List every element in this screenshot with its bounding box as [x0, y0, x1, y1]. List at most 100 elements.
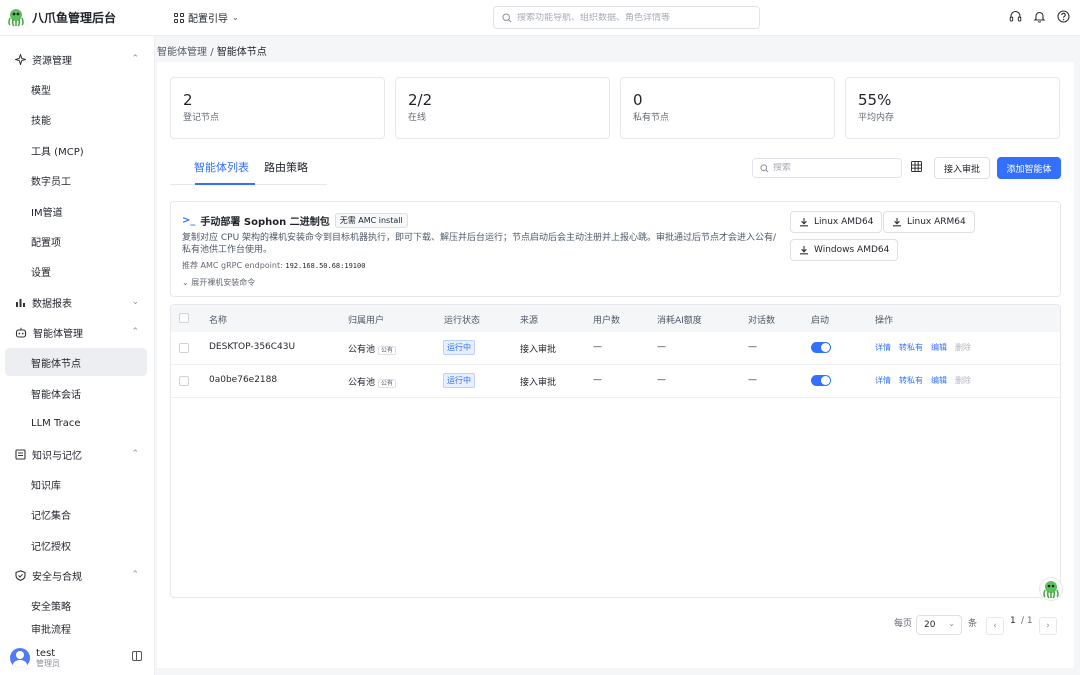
column-header-name: 名称	[209, 316, 228, 326]
table-columns-icon[interactable]	[911, 161, 922, 172]
sidebar-item-im-pipeline[interactable]: IM管道	[5, 197, 147, 225]
sidebar-item-approval-flow[interactable]: 审批流程	[5, 621, 147, 636]
user-role: 管理员	[36, 658, 60, 668]
book-icon	[15, 448, 26, 460]
nav-group-label: 数据报表	[32, 298, 72, 310]
page-size-value: 20	[924, 620, 936, 630]
row-checkbox[interactable]	[179, 376, 189, 386]
chevron-up-icon: ⌃	[131, 327, 139, 337]
tab-routing-policy[interactable]: 路由策略	[264, 159, 308, 175]
sidebar-item-skills[interactable]: 技能	[5, 105, 147, 133]
sidebar-item-tools-mcp[interactable]: 工具 (MCP)	[5, 136, 147, 164]
nav-group-resources[interactable]: 资源管理 ⌃	[0, 47, 154, 71]
owner-label: 公有池	[348, 378, 376, 388]
page-size-select[interactable]: 20 ⌄	[916, 615, 962, 635]
edit-link[interactable]: 编辑	[931, 342, 947, 353]
column-header-enabled: 启动	[811, 316, 830, 326]
sidebar-item-models[interactable]: 模型	[5, 75, 147, 103]
download-linux-arm64-button[interactable]: Linux ARM64	[883, 211, 975, 233]
download-linux-amd64-button[interactable]: Linux AMD64	[790, 211, 883, 233]
owner-tag: 公有	[378, 346, 397, 355]
sidebar-item-llm-trace[interactable]: LLM Trace	[5, 409, 147, 437]
select-all-checkbox[interactable]	[179, 313, 189, 323]
edit-link[interactable]: 编辑	[931, 375, 947, 386]
assistant-mascot-icon[interactable]	[1039, 577, 1063, 601]
sidebar-item-agent-nodes[interactable]: 智能体节点	[5, 348, 147, 376]
cell-source: 接入审批	[520, 345, 557, 355]
endpoint-label: 推荐 AMC gRPC endpoint:	[182, 261, 283, 270]
expand-install-command[interactable]: ⌄ 展开裸机安装命令	[182, 277, 255, 288]
sidebar-item-security-policy[interactable]: 安全策略	[5, 591, 147, 619]
cell-chats: —	[748, 342, 757, 352]
sidebar-item-agent-sessions[interactable]: 智能体会话	[5, 379, 147, 407]
nav-group-label: 智能体管理	[33, 328, 83, 340]
sidebar-item-config[interactable]: 配置项	[5, 227, 147, 255]
terminal-prompt-icon: >_	[182, 215, 196, 226]
approve-access-button[interactable]: 接入审批	[934, 157, 990, 179]
column-header-actions: 操作	[875, 316, 894, 326]
stat-value: 2/2	[408, 91, 433, 109]
config-guide-button[interactable]: 配置引导 ⌄	[174, 10, 239, 25]
stat-label: 平均内存	[858, 113, 895, 123]
delete-link[interactable]: 删除	[955, 375, 971, 386]
owner-label: 公有池	[348, 345, 376, 355]
tab-bar: 智能体列表 路由策略	[170, 153, 327, 185]
owner-tag: 公有	[378, 379, 397, 388]
sidebar-item-knowledge-base[interactable]: 知识库	[5, 470, 147, 498]
sparkle-icon	[15, 53, 26, 65]
headset-icon[interactable]	[1009, 10, 1022, 23]
nav-group-agents[interactable]: 智能体管理 ⌃	[0, 320, 154, 344]
agent-search-input[interactable]	[773, 163, 893, 173]
tab-agent-list[interactable]: 智能体列表	[194, 159, 249, 175]
add-agent-button[interactable]: 添加智能体	[997, 157, 1061, 179]
to-private-link[interactable]: 转私有	[899, 342, 923, 353]
download-icon	[893, 218, 901, 227]
nav-group-label: 资源管理	[32, 55, 72, 67]
download-windows-amd64-button[interactable]: Windows AMD64	[790, 239, 899, 261]
prev-page-button[interactable]: ‹	[986, 617, 1004, 635]
enable-toggle[interactable]	[811, 342, 831, 353]
grid-icon	[174, 12, 184, 23]
nav-group-reports[interactable]: 数据报表 ⌄	[0, 290, 154, 314]
cell-name: DESKTOP-356C43U	[209, 342, 296, 352]
search-icon	[502, 12, 512, 22]
detail-link[interactable]: 详情	[875, 375, 891, 386]
bell-icon[interactable]	[1033, 10, 1046, 23]
total-pages: / 1	[1021, 616, 1033, 626]
chevron-down-icon: ⌄	[182, 278, 189, 287]
tab-indicator	[195, 183, 255, 185]
nav-group-knowledge[interactable]: 知识与记忆 ⌃	[0, 442, 154, 466]
main-panel: 2 登记节点 2/2 在线 0 私有节点 55% 平均内存 智能体列表 路由策略…	[157, 62, 1074, 668]
column-header-owner: 归属用户	[348, 316, 385, 326]
to-private-link[interactable]: 转私有	[899, 375, 923, 386]
breadcrumb-parent[interactable]: 智能体管理	[157, 47, 207, 58]
help-icon[interactable]	[1057, 10, 1070, 23]
global-search-input[interactable]	[517, 12, 747, 23]
global-search[interactable]	[493, 6, 760, 29]
nav-group-security[interactable]: 安全与合规 ⌃	[0, 563, 154, 587]
delete-link[interactable]: 删除	[955, 342, 971, 353]
app-logo[interactable]: 八爪鱼管理后台	[6, 7, 116, 27]
sidebar-item-memory-auth[interactable]: 记忆授权	[5, 531, 147, 559]
row-checkbox[interactable]	[179, 343, 189, 353]
sidebar: 资源管理 ⌃ 模型 技能 工具 (MCP) 数字员工 IM管道 配置项 设置 数…	[0, 36, 155, 675]
sidebar-item-settings[interactable]: 设置	[5, 257, 147, 285]
config-guide-label: 配置引导	[188, 14, 228, 25]
table-row[interactable]: DESKTOP-356C43U 公有池 公有 运行中 接入审批 — — — 详情 …	[171, 332, 1060, 365]
stat-value: 0	[633, 91, 643, 109]
column-header-ai-quota: 消耗AI额度	[657, 316, 702, 326]
chevron-down-icon: ⌄	[948, 619, 955, 628]
top-bar: 八爪鱼管理后台 配置引导 ⌄	[0, 0, 1080, 36]
detail-link[interactable]: 详情	[875, 342, 891, 353]
table-row[interactable]: 0a0be76e2188 公有池 公有 运行中 接入审批 — — — 详情 转私有…	[171, 365, 1060, 398]
next-page-button[interactable]: ›	[1039, 617, 1057, 635]
sidebar-item-digital-staff[interactable]: 数字员工	[5, 166, 147, 194]
sidebar-collapse-icon[interactable]	[132, 651, 142, 661]
sidebar-item-memory-collection[interactable]: 记忆集合	[5, 500, 147, 528]
user-profile[interactable]: test 管理员	[0, 641, 154, 675]
agent-search[interactable]	[752, 158, 902, 178]
robot-icon	[15, 327, 27, 338]
enable-toggle[interactable]	[811, 375, 831, 386]
stat-card-memory: 55% 平均内存	[845, 77, 1060, 139]
per-page-unit: 条	[968, 619, 978, 629]
